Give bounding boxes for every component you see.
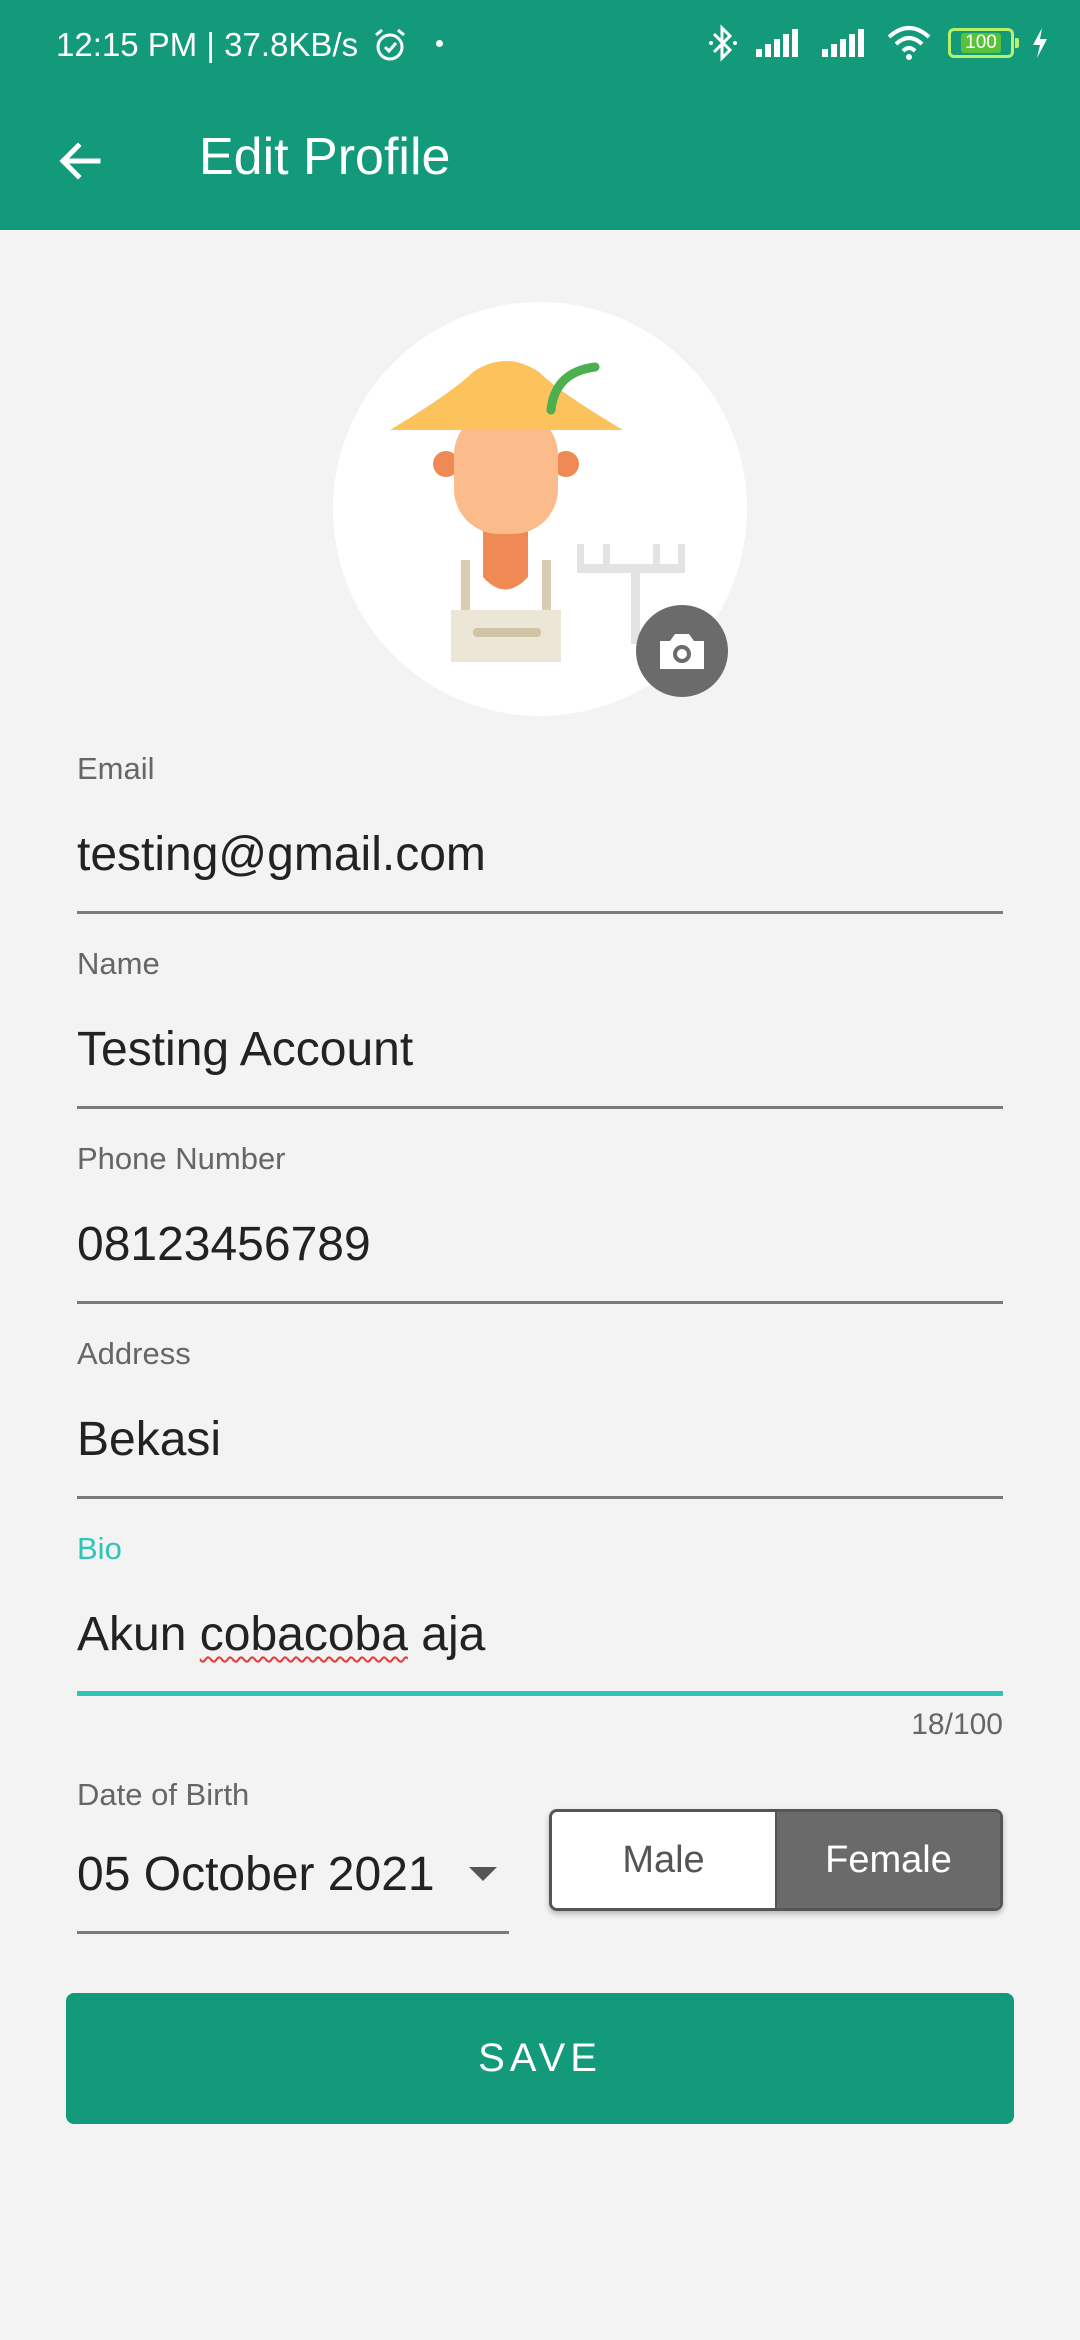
address-input[interactable] [77,1410,1003,1470]
status-icons: 100 [708,24,1050,62]
address-label: Address [77,1336,191,1371]
bio-label: Bio [77,1531,122,1566]
phone-label: Phone Number [77,1141,286,1176]
chevron-down-icon [469,1867,497,1881]
name-label: Name [77,946,160,981]
bio-text-prefix: Akun [77,1608,200,1661]
change-photo-button[interactable] [636,605,728,697]
status-bar: 12:15 PM | 37.8KB/s 100 [0,0,1080,92]
gender-female-option[interactable]: Female [777,1812,1000,1908]
address-underline [77,1496,1003,1499]
back-button[interactable] [40,121,120,201]
bluetooth-icon [709,24,737,62]
dob-dropdown[interactable]: 05 October 2021 [77,1841,509,1907]
signal-icon [756,29,798,57]
page-title: Edit Profile [199,128,451,186]
bio-text-suffix: aja [407,1608,486,1661]
battery-level: 100 [961,33,1001,53]
avatar-section [333,302,747,716]
arrow-left-icon [59,142,101,180]
alarm-icon [375,28,405,61]
email-label: Email [77,751,155,786]
email-field[interactable]: Email [77,749,1003,914]
battery-icon: 100 [948,28,1019,58]
date-of-birth-field[interactable]: Date of Birth 05 October 2021 [77,1775,509,1934]
status-time: 12:15 PM | 37.8KB/s [56,26,359,63]
gender-male-option[interactable]: Male [552,1812,777,1908]
app-bar: Edit Profile [0,92,1080,230]
charging-icon [1033,28,1047,58]
bio-input[interactable]: Akun cobacoba aja [77,1605,1003,1665]
wifi-icon [887,26,931,60]
gender-toggle: Male Female [549,1809,1003,1911]
bio-text-misspelled: cobacoba [199,1608,408,1661]
email-input[interactable] [77,825,1003,885]
bio-underline [77,1691,1003,1696]
signal-icon-2 [822,29,864,57]
address-field[interactable]: Address [77,1334,1003,1499]
phone-underline [77,1301,1003,1304]
dob-value: 05 October 2021 [77,1847,435,1901]
phone-field[interactable]: Phone Number [77,1139,1003,1304]
dob-label: Date of Birth [77,1777,250,1812]
camera-icon [660,634,704,669]
notification-dot [436,40,443,47]
name-input[interactable] [77,1020,1003,1080]
bio-field[interactable]: Bio Akun cobacoba aja [77,1529,1003,1696]
dob-underline [77,1931,509,1934]
name-underline [77,1106,1003,1109]
email-underline [77,911,1003,914]
bio-character-counter: 18/100 [911,1708,1003,1741]
name-field[interactable]: Name [77,944,1003,1109]
phone-input[interactable] [77,1215,1003,1275]
save-button[interactable]: SAVE [66,1993,1014,2124]
